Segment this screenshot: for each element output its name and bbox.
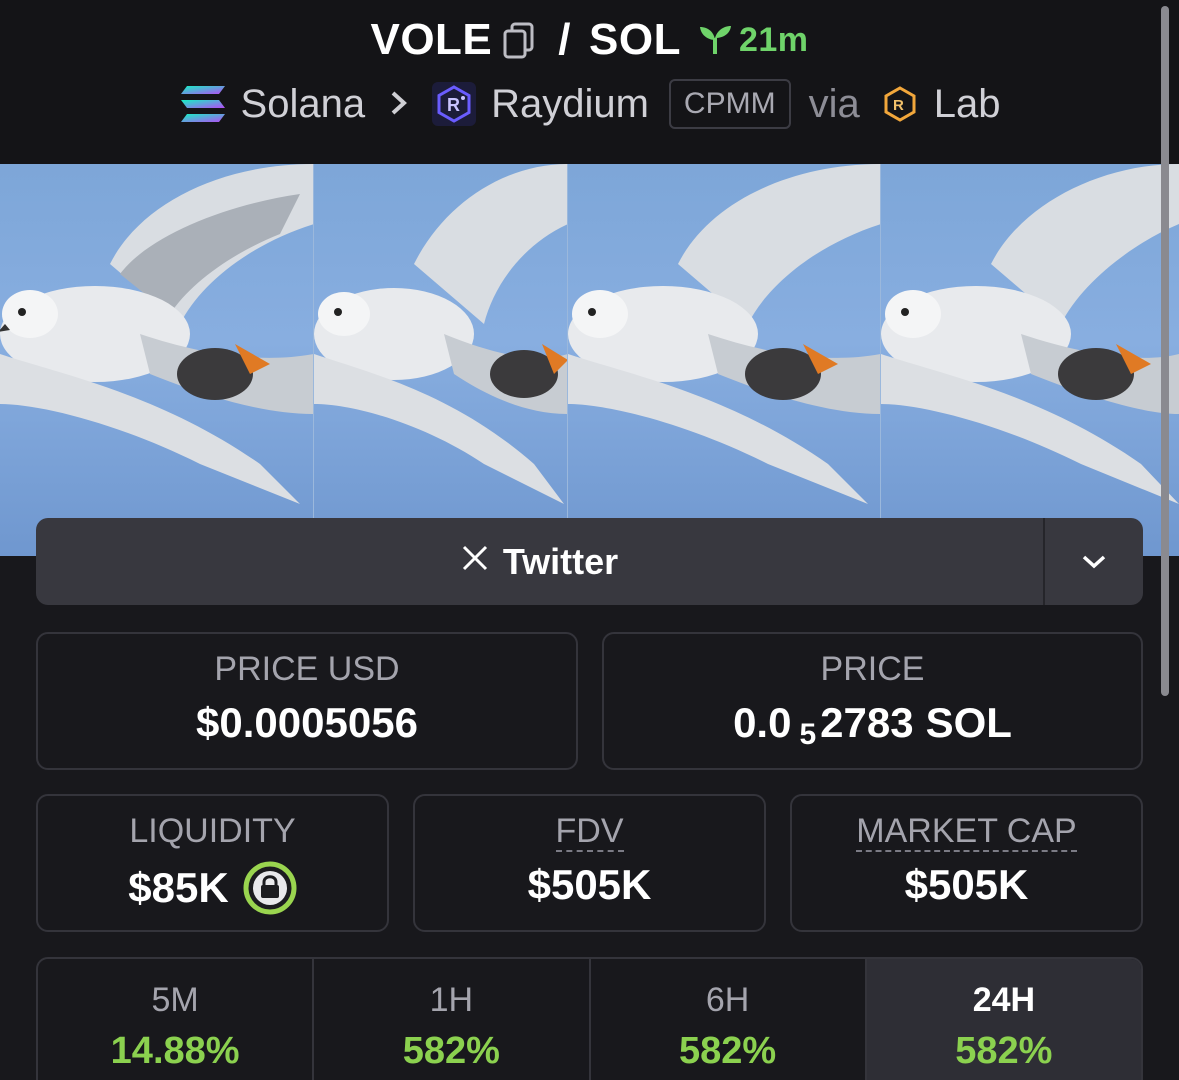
fdv-label[interactable]: FDV [555,812,624,852]
price-native-box: PRICE 0.0 5 2783 SOL [602,632,1143,770]
change-period: 1H [429,981,474,1019]
market-cap-value: $505K [904,861,1029,908]
price-usd-value: $0.0005056 [196,699,418,746]
copy-icon[interactable] [502,20,536,60]
raydium-icon: R [432,82,477,126]
launchpad-link[interactable]: Lab [934,82,1001,127]
pair-separator: / [558,15,571,64]
chevron-right-icon [389,82,409,127]
price-unit: SOL [925,699,1012,746]
price-usd-box: PRICE USD $0.0005056 [36,632,578,770]
x-icon [461,542,489,581]
tab-5m[interactable]: 5M 14.88% [38,959,315,1080]
tab-24h[interactable]: 24H 582% [866,959,1141,1080]
change-value: 582% [402,1030,500,1072]
fdv-value: $505K [527,861,652,908]
solana-icon [180,86,225,122]
price-digits: 2783 [820,699,914,746]
tab-6h[interactable]: 6H 582% [591,959,867,1080]
age-value: 21m [738,20,809,59]
price-zero-count: 5 [799,718,817,751]
chevron-down-icon [1082,555,1106,568]
socials-bar: Twitter [36,518,1143,605]
liquidity-value-row: $85K [38,861,387,915]
change-period: 24H [972,981,1036,1019]
market-cap-box: MARKET CAP $505K [790,794,1143,932]
scrollbar[interactable] [1161,0,1171,700]
svg-text:R: R [893,97,904,114]
pool-type-badge: CPMM [668,79,791,129]
change-value: 582% [679,1030,777,1072]
price-native-label: PRICE [820,650,925,688]
price-prefix: 0.0 [733,699,792,746]
price-native-value: 0.0 5 2783 SOL [604,699,1141,751]
scrollbar-thumb[interactable] [1161,6,1169,696]
liquidity-label: LIQUIDITY [129,812,296,850]
banner-tile [568,164,881,556]
quote-symbol: SOL [589,15,681,64]
change-period: 6H [705,981,750,1019]
banner-tile [314,164,568,556]
change-period: 5M [151,981,199,1019]
banner-tile [881,164,1179,556]
lock-icon[interactable] [243,861,297,915]
svg-text:R: R [447,95,460,115]
liquidity-box: LIQUIDITY $85K [36,794,389,932]
banner-tile [0,164,314,556]
dex-link[interactable]: Raydium [491,82,649,127]
launchlab-icon: R [884,86,916,122]
pair-age: 21m [697,21,809,60]
via-label: via [808,81,860,126]
socials-dropdown-button[interactable] [1043,518,1143,605]
sprout-icon [699,26,731,54]
change-value: 582% [955,1030,1053,1072]
breadcrumb: Solana R Raydium CPMM via R Lab [0,76,1179,132]
change-value: 14.88% [110,1030,240,1072]
chain-link[interactable]: Solana [241,82,366,127]
token-symbol: VOLE [370,15,493,64]
price-change-tabs: 5M 14.88% 1H 582% 6H 582% 24H 582% [36,957,1143,1080]
tab-1h[interactable]: 1H 582% [314,959,591,1080]
liquidity-value: $85K [128,864,229,911]
token-banner-image [0,164,1179,556]
pair-header: VOLE / SOL 21m Solana R Raydium CPMM via… [0,0,1179,164]
twitter-button[interactable]: Twitter [36,518,1043,605]
fdv-box: FDV $505K [413,794,766,932]
price-usd-label: PRICE USD [214,650,400,688]
twitter-label: Twitter [502,540,619,582]
market-cap-label[interactable]: MARKET CAP [856,812,1077,852]
pair-title: VOLE / SOL 21m [0,12,1179,68]
